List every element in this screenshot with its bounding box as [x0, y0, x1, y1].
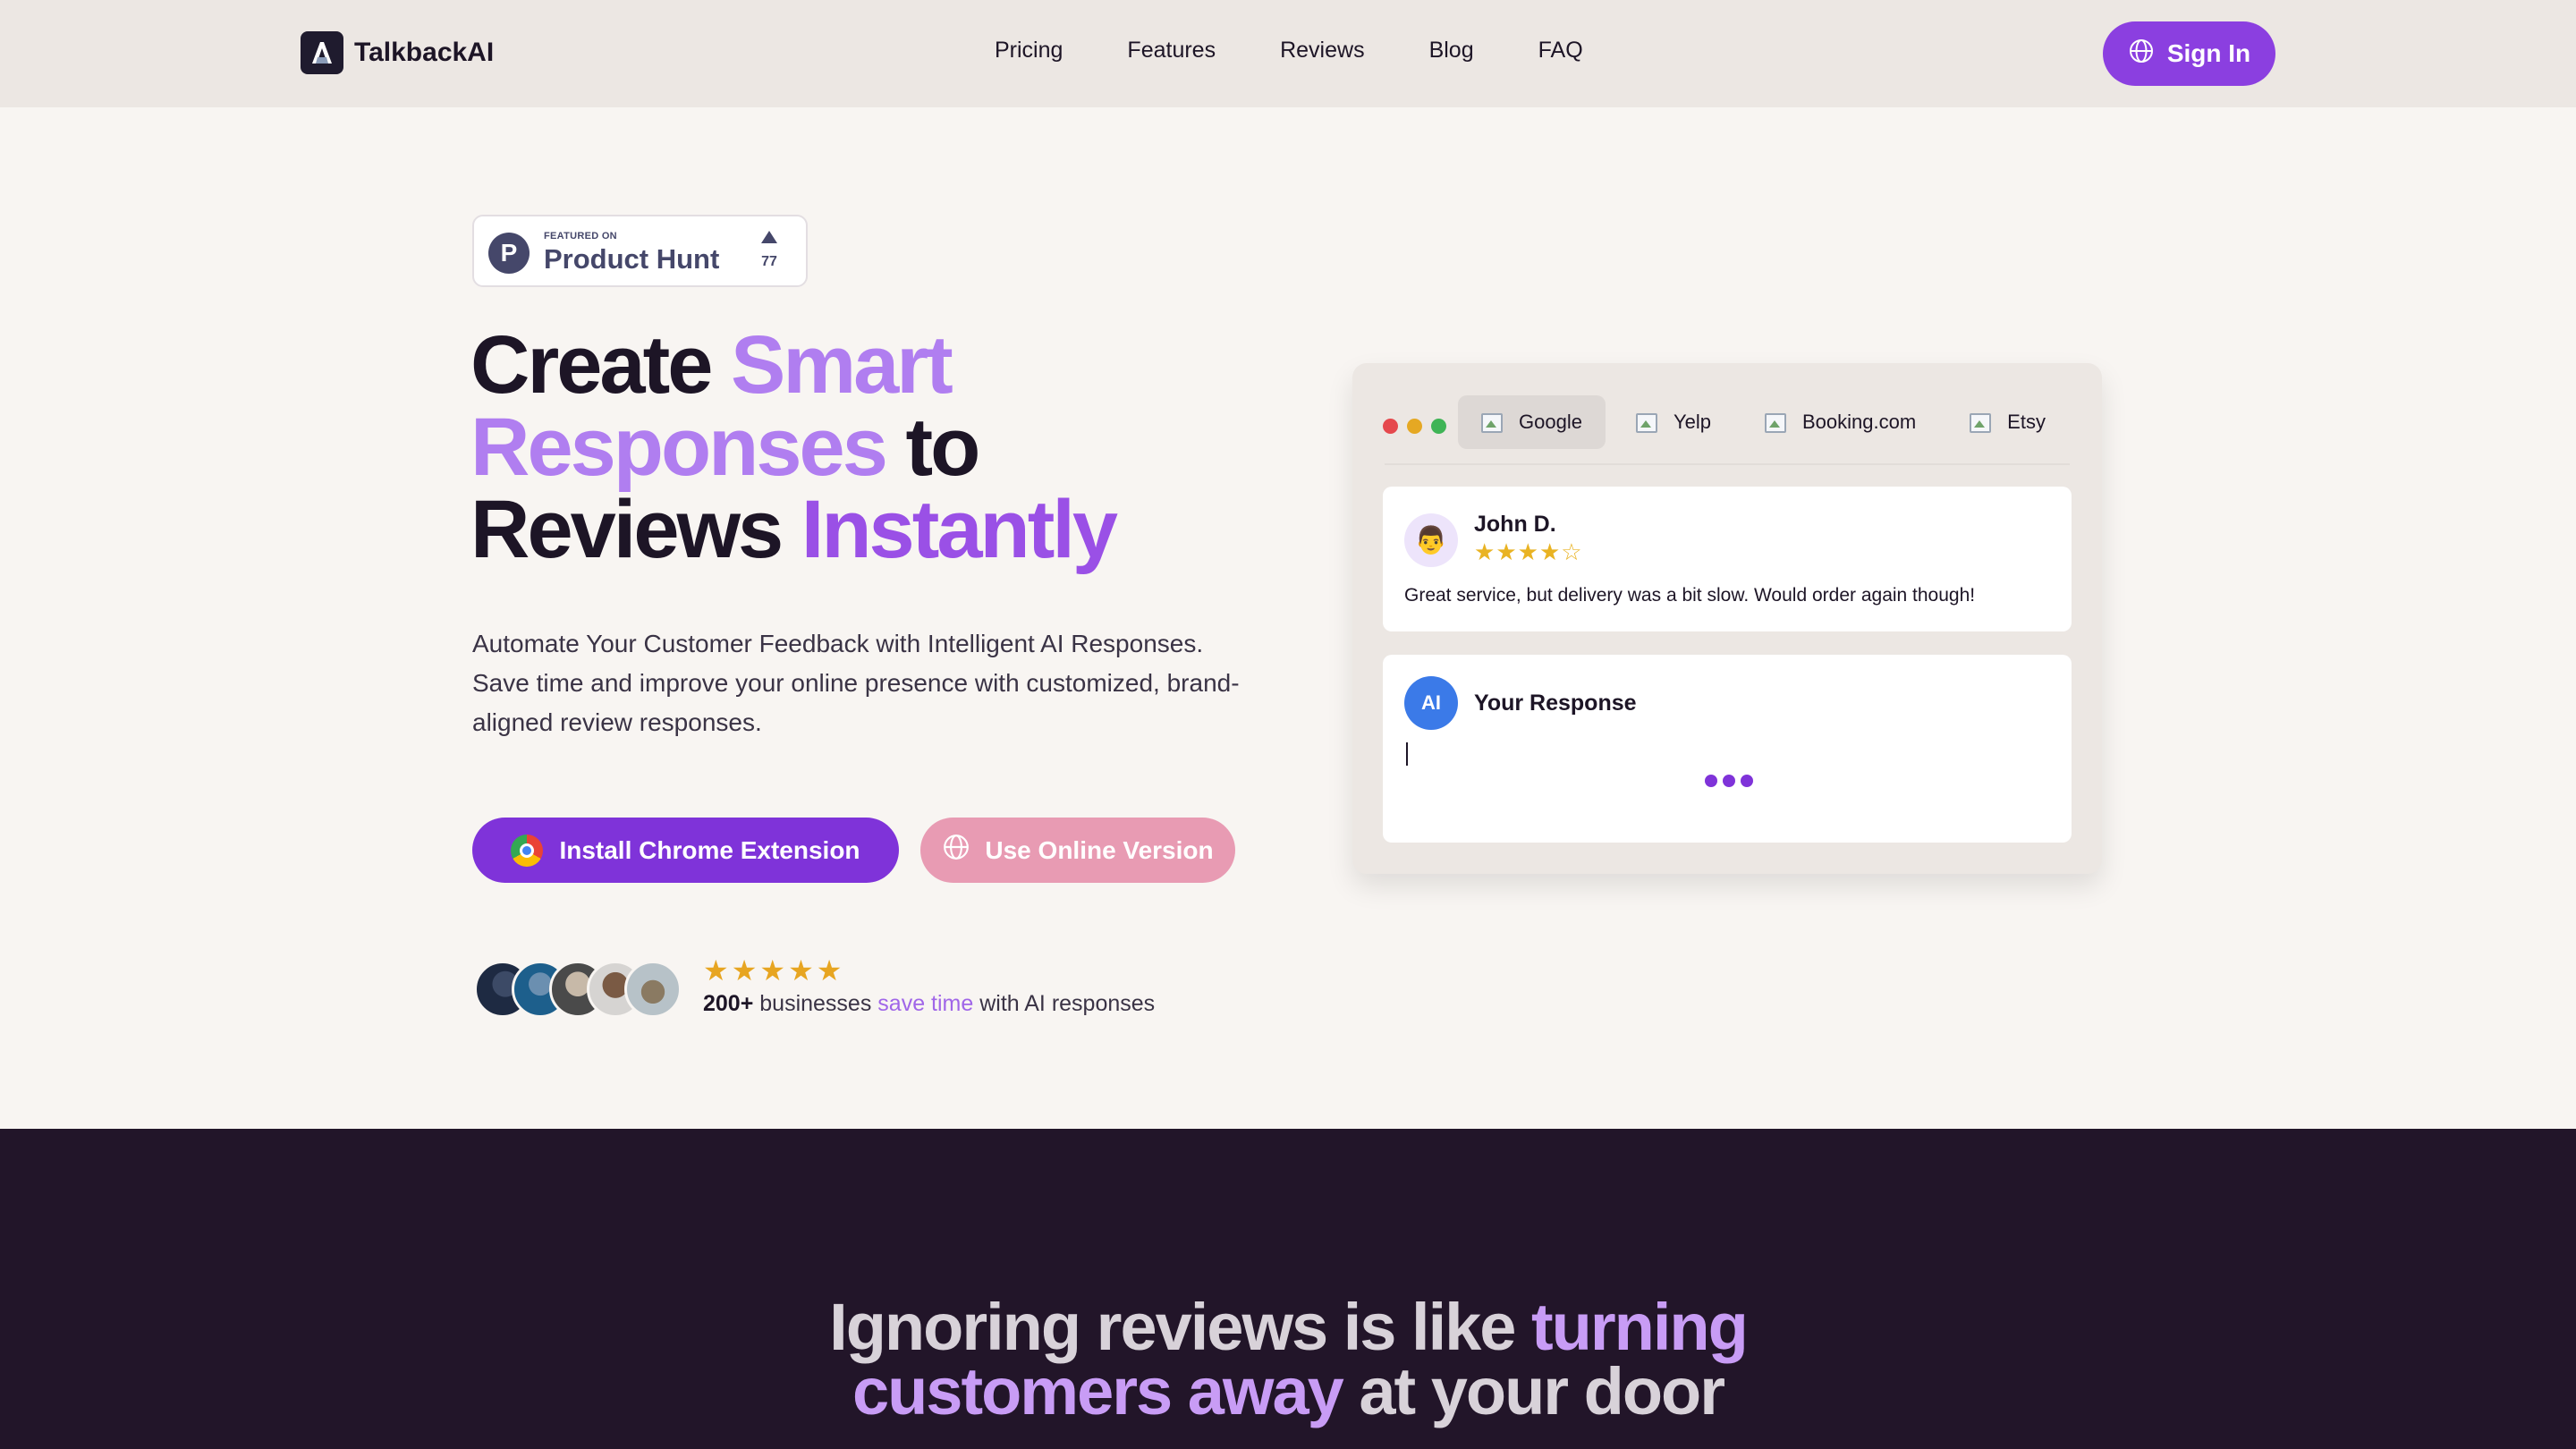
- heading-accent: customers away: [852, 1354, 1344, 1428]
- hero-headline: Create Smart Responses to Reviews Instan…: [470, 324, 1275, 571]
- divider: [1385, 463, 2070, 465]
- tab-booking[interactable]: Booking.com: [1741, 395, 1939, 449]
- proof-text: with AI responses: [979, 991, 1156, 1016]
- minimize-dot-icon: [1407, 419, 1422, 434]
- rating-stars: ★ ★ ★ ★ ★: [703, 955, 842, 986]
- nav-link-faq[interactable]: FAQ: [1538, 38, 1583, 64]
- response-card: AI Your Response: [1383, 655, 2072, 843]
- tab-label: Yelp: [1673, 411, 1711, 433]
- logo-icon: [301, 31, 343, 74]
- headline-accent-word: Responses: [470, 402, 888, 493]
- star-icon: ★: [1474, 538, 1496, 565]
- tab-label: Google: [1519, 411, 1582, 433]
- avatar: [624, 961, 682, 1018]
- image-placeholder-icon: [1479, 411, 1504, 433]
- headline-word: Reviews: [470, 484, 784, 575]
- response-title: Your Response: [1474, 691, 1637, 716]
- product-hunt-logo-icon: P: [488, 233, 530, 274]
- heading-text: at your door: [1359, 1354, 1725, 1428]
- problem-section: Ignoring reviews is like turning custome…: [0, 1129, 2576, 1449]
- upvote-count: 77: [761, 254, 777, 269]
- typing-indicator-icon: [1705, 775, 1753, 787]
- close-dot-icon: [1383, 419, 1398, 434]
- heading-text: Ignoring reviews is like: [829, 1290, 1516, 1364]
- use-online-version-button[interactable]: Use Online Version: [920, 818, 1235, 883]
- nav-link-pricing[interactable]: Pricing: [995, 38, 1063, 64]
- reviewer-avatar: 👨: [1404, 513, 1458, 567]
- tab-yelp[interactable]: Yelp: [1613, 395, 1734, 449]
- image-placeholder-icon: [1763, 411, 1788, 433]
- chrome-icon: [511, 834, 544, 867]
- problem-heading: Ignoring reviews is like turning custome…: [0, 1294, 2576, 1425]
- top-navbar: TalkbackAI Pricing Features Reviews Blog…: [0, 0, 2576, 107]
- ai-avatar: AI: [1404, 676, 1458, 730]
- proof-accent: save time: [877, 991, 974, 1016]
- product-hunt-badge[interactable]: P FEATURED ON Product Hunt 77: [472, 215, 808, 287]
- star-icon: ★: [759, 954, 786, 987]
- platform-tabs: Google Yelp Booking.com Etsy: [1458, 395, 2076, 449]
- upvote-arrow-icon: [761, 231, 777, 243]
- star-icon: ★: [703, 954, 729, 987]
- nav-links: Pricing Features Reviews Blog FAQ: [995, 38, 1583, 64]
- maximize-dot-icon: [1431, 419, 1446, 434]
- install-label: Install Chrome Extension: [559, 835, 860, 864]
- business-count: 200+: [703, 991, 754, 1016]
- nav-link-features[interactable]: Features: [1127, 38, 1216, 64]
- review-card: 👨 John D. ★ ★ ★ ★ ☆ Great service, but d…: [1383, 487, 2072, 631]
- star-icon: ★: [788, 954, 814, 987]
- review-text: Great service, but delivery was a bit sl…: [1404, 585, 1976, 606]
- star-icon: ★: [1496, 538, 1517, 565]
- image-placeholder-icon: [1634, 411, 1659, 433]
- review-demo-window: Google Yelp Booking.com Etsy 👨 John D. ★…: [1352, 363, 2102, 874]
- hero-subtext: Automate Your Customer Feedback with Int…: [472, 630, 1240, 736]
- online-label: Use Online Version: [985, 835, 1214, 864]
- brand-name: TalkbackAI: [354, 38, 495, 67]
- nav-link-blog[interactable]: Blog: [1429, 38, 1474, 64]
- heading-accent: turning: [1531, 1290, 1749, 1364]
- tab-etsy[interactable]: Etsy: [1946, 395, 2069, 449]
- star-icon: ★: [731, 954, 758, 987]
- star-icon: ★: [1538, 538, 1561, 565]
- star-empty-icon: ☆: [1561, 538, 1582, 565]
- brand-logo[interactable]: TalkbackAI: [301, 31, 494, 74]
- headline-accent-word: Smart: [730, 319, 953, 411]
- customer-avatars: [474, 961, 689, 1020]
- text-cursor[interactable]: [1406, 742, 1408, 766]
- social-proof-text: 200+ businesses save time with AI respon…: [703, 991, 1155, 1017]
- install-chrome-extension-button[interactable]: Install Chrome Extension: [472, 818, 899, 883]
- headline-word: to: [905, 402, 980, 493]
- product-hunt-name: Product Hunt: [544, 243, 720, 275]
- nav-link-reviews[interactable]: Reviews: [1280, 38, 1364, 64]
- review-stars: ★ ★ ★ ★ ☆: [1474, 540, 1582, 564]
- sign-in-label: Sign In: [2166, 39, 2251, 67]
- reviewer-name: John D.: [1474, 512, 1556, 537]
- globe-icon: [2128, 38, 2155, 71]
- proof-text: businesses: [759, 991, 872, 1016]
- star-icon: ★: [1517, 538, 1538, 565]
- sign-in-button[interactable]: Sign In: [2103, 21, 2275, 86]
- tab-google[interactable]: Google: [1458, 395, 1606, 449]
- image-placeholder-icon: [1968, 411, 1993, 433]
- tab-label: Booking.com: [1801, 411, 1917, 433]
- headline-word: Create: [470, 319, 713, 411]
- headline-accent-word: Instantly: [801, 484, 1118, 575]
- featured-on-label: FEATURED ON: [544, 231, 617, 242]
- globe-icon: [942, 833, 970, 868]
- tab-label: Etsy: [2007, 411, 2046, 433]
- star-icon: ★: [816, 954, 843, 987]
- window-controls: [1383, 419, 1446, 434]
